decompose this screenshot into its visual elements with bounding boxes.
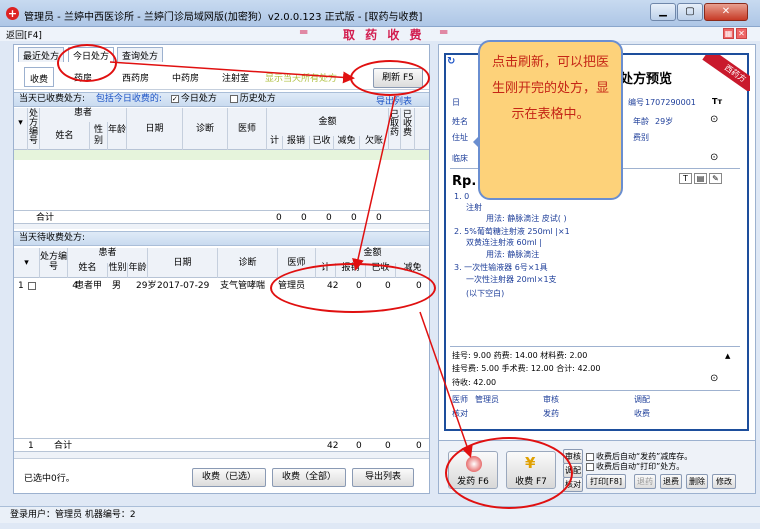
annotation-arrows — [109, 61, 473, 458]
